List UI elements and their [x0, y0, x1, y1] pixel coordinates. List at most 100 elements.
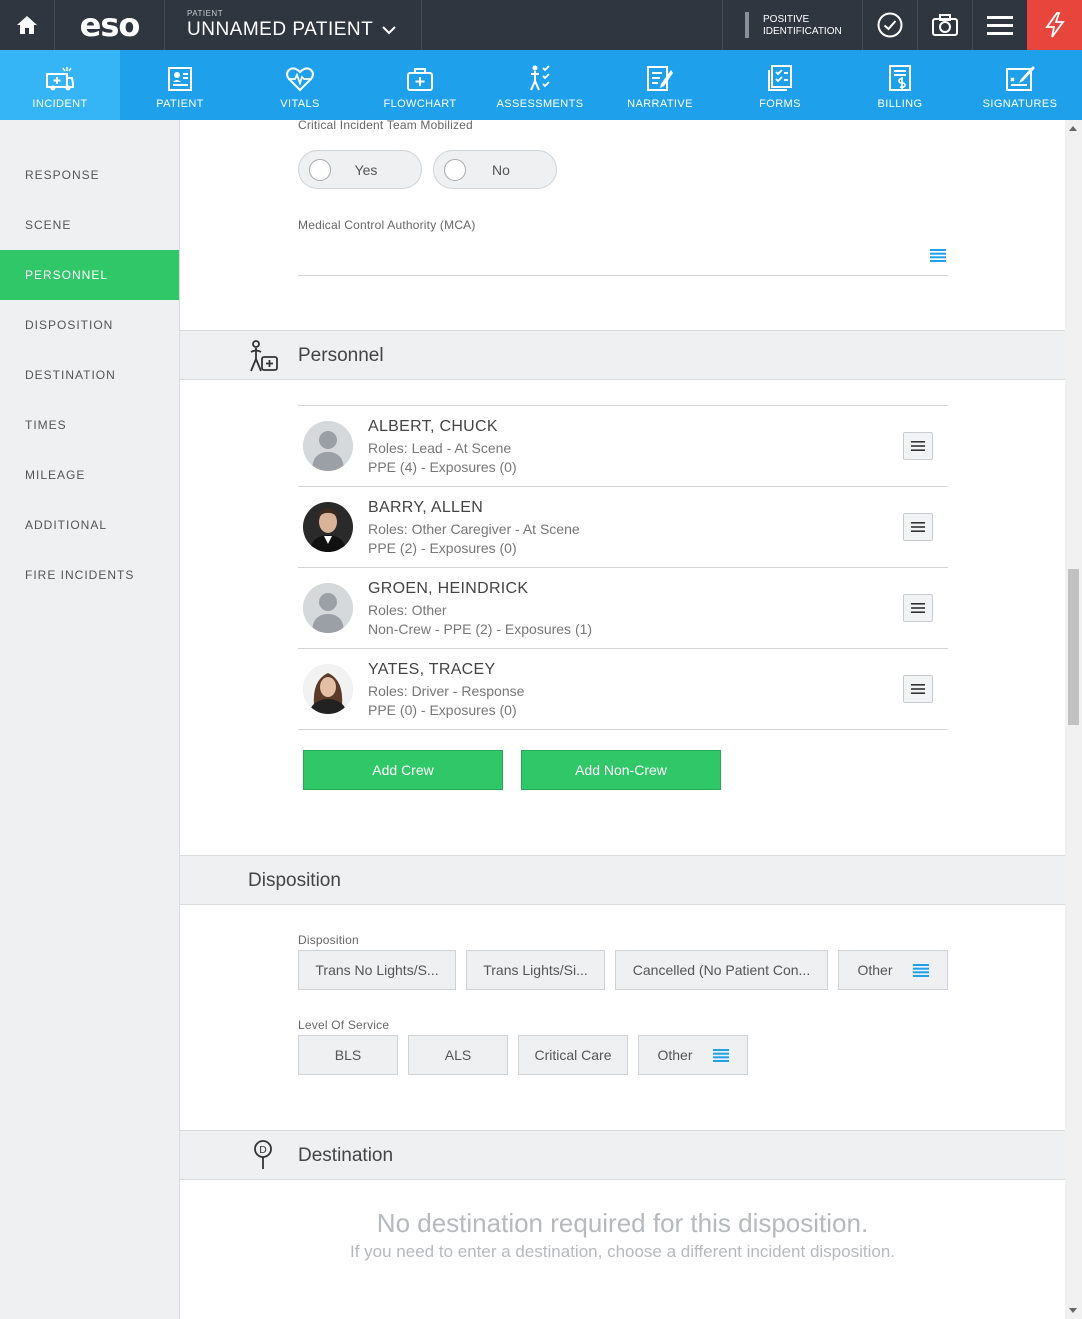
list-divider — [298, 729, 948, 730]
main-menu-button[interactable] — [972, 0, 1027, 50]
disposition-other-button[interactable]: Other — [838, 950, 948, 990]
mca-field[interactable] — [298, 275, 948, 276]
tab-incident[interactable]: INCIDENT — [0, 50, 120, 120]
tab-label: SIGNATURES — [982, 98, 1058, 110]
avatar-placeholder — [303, 421, 353, 471]
option-label: Other — [657, 1047, 693, 1063]
sidebar-item-fire-incidents[interactable]: FIRE INCIDENTS — [0, 550, 179, 600]
hamburger-icon — [987, 16, 1013, 35]
option-label: Other — [857, 962, 893, 978]
personnel-roles: Roles: Other Caregiver - At Scene — [368, 521, 580, 537]
destination-section-header: D Destination — [180, 1130, 1065, 1180]
hamburger-icon — [911, 522, 925, 532]
mca-list-icon[interactable] — [930, 249, 946, 267]
disposition-option[interactable]: Trans Lights/Si... — [466, 950, 605, 990]
disposition-title: Disposition — [248, 870, 341, 891]
tab-label: FLOWCHART — [383, 98, 457, 110]
scroll-down-arrow-icon[interactable] — [1069, 1308, 1077, 1313]
personnel-section-header: Personnel — [180, 330, 1065, 380]
home-icon — [17, 16, 37, 34]
personnel-name: BARRY, ALLEN — [368, 499, 484, 516]
forms-icon — [768, 65, 792, 91]
row-menu-button[interactable] — [903, 594, 933, 622]
tab-flowchart[interactable]: FLOWCHART — [360, 50, 480, 120]
sidebar-item-times[interactable]: TIMES — [0, 400, 179, 450]
hamburger-icon — [911, 603, 925, 613]
medkit-icon — [407, 68, 433, 91]
home-button[interactable] — [0, 0, 55, 50]
disposition-option[interactable]: Trans No Lights/S... — [298, 950, 456, 990]
personnel-name: GROEN, HEINDRICK — [368, 580, 529, 597]
personnel-row[interactable]: BARRY, ALLEN Roles: Other Caregiver - At… — [298, 486, 948, 567]
sidebar-item-response[interactable]: RESPONSE — [0, 150, 179, 200]
list-icon — [912, 963, 929, 977]
scroll-up-arrow-icon[interactable] — [1069, 126, 1077, 131]
personnel-row[interactable]: YATES, TRACEY Roles: Driver - Response P… — [298, 648, 948, 729]
radio-label: Yes — [354, 161, 378, 178]
sidebar-item-disposition[interactable]: DISPOSITION — [0, 300, 179, 350]
add-crew-button[interactable]: Add Crew — [303, 750, 503, 790]
sidebar-item-additional[interactable]: ADDITIONAL — [0, 500, 179, 550]
personnel-title: Personnel — [298, 345, 384, 366]
sidebar-item-destination[interactable]: DESTINATION — [0, 350, 179, 400]
svg-text:D: D — [259, 1145, 267, 1156]
level-of-service-label: Level Of Service — [298, 1018, 390, 1032]
disposition-option[interactable]: Cancelled (No Patient Con... — [615, 950, 828, 990]
content-scrollbar[interactable] — [1065, 120, 1082, 1319]
personnel-name: YATES, TRACEY — [368, 661, 496, 678]
heartbeat-icon — [286, 67, 314, 92]
row-menu-button[interactable] — [903, 513, 933, 541]
avatar-photo — [303, 664, 353, 714]
tab-assessments[interactable]: ASSESSMENTS — [480, 50, 600, 120]
lightning-icon — [1044, 12, 1065, 38]
tab-signatures[interactable]: SIGNATURES — [960, 50, 1080, 120]
los-other-button[interactable]: Other — [638, 1035, 748, 1075]
sidebar-item-personnel[interactable]: PERSONNEL — [0, 250, 179, 300]
destination-title: Destination — [298, 1145, 394, 1166]
sidebar-item-mileage[interactable]: MILEAGE — [0, 450, 179, 500]
positive-id-line2: IDENTIFICATION — [763, 26, 842, 37]
los-option[interactable]: Critical Care — [518, 1035, 628, 1075]
list-icon — [712, 1048, 729, 1062]
tab-forms[interactable]: FORMS — [720, 50, 840, 120]
tab-patient[interactable]: PATIENT — [120, 50, 240, 120]
scrollbar-thumb[interactable] — [1068, 569, 1079, 725]
critical-team-no-option[interactable]: No — [433, 150, 557, 189]
row-menu-button[interactable] — [903, 675, 933, 703]
mca-label: Medical Control Authority (MCA) — [298, 218, 476, 232]
los-option[interactable]: BLS — [298, 1035, 398, 1075]
no-destination-message: No destination required for this disposi… — [376, 1208, 869, 1238]
tab-label: ASSESSMENTS — [496, 98, 584, 110]
sidebar-item-scene[interactable]: SCENE — [0, 200, 179, 250]
tab-vitals[interactable]: VITALS — [240, 50, 360, 120]
tab-narrative[interactable]: NARRATIVE — [600, 50, 720, 120]
personnel-roles: Roles: Other — [368, 602, 447, 618]
radio-label: No — [492, 161, 510, 178]
alert-button[interactable] — [1027, 0, 1082, 50]
main-nav: INCIDENT PATIENT VITALS FLOWCHART ASSESS… — [0, 50, 1082, 120]
row-menu-button[interactable] — [903, 432, 933, 460]
avatar-placeholder — [303, 583, 353, 633]
personnel-row[interactable]: GROEN, HEINDRICK Roles: Other Non-Crew -… — [298, 567, 948, 648]
top-bar: eso PATIENT UNNAMED PATIENT POSITIVE IDE… — [0, 0, 1082, 50]
camera-button[interactable] — [917, 0, 972, 50]
tab-label: FORMS — [759, 98, 801, 110]
radio-circle — [444, 158, 466, 181]
chevron-down-icon[interactable] — [382, 22, 396, 40]
tab-billing[interactable]: BILLING — [840, 50, 960, 120]
positive-id-line1: POSITIVE — [763, 14, 810, 25]
los-option[interactable]: ALS — [408, 1035, 508, 1075]
validate-button[interactable] — [862, 0, 917, 50]
personnel-ppe: PPE (0) - Exposures (0) — [368, 702, 517, 718]
personnel-ppe: PPE (4) - Exposures (0) — [368, 459, 517, 475]
positive-identification-button[interactable]: POSITIVE IDENTIFICATION — [722, 0, 862, 50]
main-content: Critical Incident Team Mobilized Yes No … — [180, 120, 1065, 1319]
section-sidebar: RESPONSE SCENE PERSONNEL DISPOSITION DES… — [0, 120, 180, 1319]
personnel-row[interactable]: ALBERT, CHUCK Roles: Lead - At Scene PPE… — [298, 405, 948, 486]
check-circle-icon — [877, 12, 903, 38]
narrative-icon — [647, 66, 673, 91]
personnel-ppe: PPE (2) - Exposures (0) — [368, 540, 517, 556]
add-non-crew-button[interactable]: Add Non-Crew — [521, 750, 721, 790]
critical-team-yes-option[interactable]: Yes — [298, 150, 422, 189]
disposition-section-header: Disposition — [180, 855, 1065, 905]
